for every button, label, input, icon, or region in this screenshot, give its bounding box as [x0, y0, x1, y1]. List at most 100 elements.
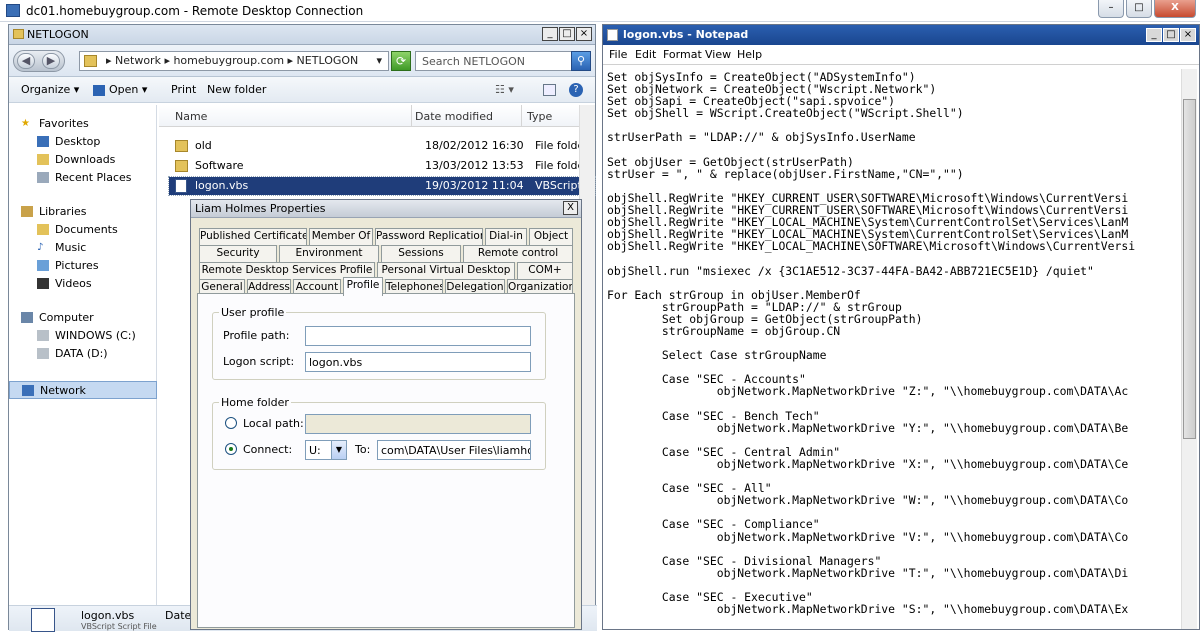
nav-videos[interactable]: Videos: [9, 275, 157, 293]
profile-path-input[interactable]: [305, 326, 531, 346]
nav-network[interactable]: Network: [9, 381, 157, 399]
tab-member-of[interactable]: Member Of: [309, 228, 373, 245]
nav-recent-places[interactable]: Recent Places: [9, 169, 157, 187]
dialog-title-bar: Liam Holmes Properties X: [191, 200, 581, 218]
nav-music[interactable]: ♪ Music: [9, 239, 157, 257]
downloads-icon: [37, 154, 49, 165]
drive-icon: [37, 348, 49, 359]
column-date-modified[interactable]: Date modified: [415, 110, 493, 123]
view-options-icon[interactable]: ☷ ▾: [495, 83, 514, 96]
search-icon[interactable]: ⚲: [571, 51, 591, 71]
tab-row-3: Remote Desktop Services Profile Personal…: [191, 262, 583, 279]
breadcrumb[interactable]: ▸ Network ▸ homebuygroup.com ▸ NETLOGON …: [79, 51, 389, 71]
user-profile-label: User profile: [219, 306, 287, 319]
desktop-icon: [37, 136, 49, 147]
menu-help[interactable]: Help: [737, 48, 762, 61]
tab-personal-virtual-desktop[interactable]: Personal Virtual Desktop: [377, 262, 515, 279]
rdc-close-button[interactable]: X: [1154, 0, 1196, 18]
notepad-text-area[interactable]: Set objSysInfo = CreateObject("ADSystemI…: [607, 71, 1179, 629]
notepad-scrollbar[interactable]: [1181, 69, 1197, 629]
connect-label: Connect:: [243, 443, 293, 456]
nav-downloads[interactable]: Downloads: [9, 151, 157, 169]
file-row[interactable]: Software 13/03/2012 13:53 File folder: [169, 157, 595, 175]
notepad-menu-bar: File Edit Format View Help: [603, 45, 1199, 65]
open-button[interactable]: Open ▾: [109, 83, 147, 96]
rdc-restore-button[interactable]: □: [1126, 0, 1152, 18]
vbscript-file-icon: [31, 608, 55, 632]
explorer-minimize-button[interactable]: _: [542, 27, 558, 41]
network-folder-icon: [84, 55, 97, 67]
navigation-pane: ★ Favorites Desktop Downloads Recent Plac…: [9, 105, 157, 631]
tab-dial-in[interactable]: Dial-in: [485, 228, 527, 245]
notepad-minimize-button[interactable]: _: [1146, 28, 1162, 42]
notepad-window: logon.vbs - Notepad _ □ × File Edit Form…: [602, 24, 1200, 630]
notepad-title: logon.vbs - Notepad: [623, 28, 749, 41]
rdc-minimize-button[interactable]: –: [1098, 0, 1124, 18]
folder-icon: [13, 29, 24, 39]
local-path-radio[interactable]: [225, 417, 237, 429]
menu-edit[interactable]: Edit: [635, 48, 656, 61]
computer-icon: [21, 312, 33, 323]
explorer-title: NETLOGON: [27, 28, 89, 41]
new-folder-button[interactable]: New folder: [207, 83, 266, 96]
forward-button[interactable]: ▶: [42, 53, 60, 69]
nav-data-drive[interactable]: DATA (D:): [9, 345, 157, 363]
chevron-down-icon[interactable]: ▾: [376, 54, 382, 67]
vbscript-file-icon: [175, 179, 187, 193]
menu-format[interactable]: Format: [663, 48, 702, 61]
tab-environment[interactable]: Environment: [279, 245, 379, 262]
videos-icon: [37, 278, 49, 289]
home-folder-path-input[interactable]: com\DATA\User Files\liamholmes: [377, 440, 531, 460]
nav-favorites[interactable]: ★ Favorites: [9, 115, 157, 133]
logon-script-input[interactable]: logon.vbs: [305, 352, 531, 372]
explorer-maximize-button[interactable]: □: [559, 27, 575, 41]
dialog-close-button[interactable]: X: [563, 201, 578, 215]
scrollbar-thumb[interactable]: [1183, 99, 1196, 439]
notepad-maximize-button[interactable]: □: [1163, 28, 1179, 42]
folder-icon: [175, 140, 188, 152]
back-button[interactable]: ◀: [17, 53, 35, 69]
search-input[interactable]: Search NETLOGON ⚲: [415, 51, 591, 71]
tab-profile[interactable]: Profile: [343, 277, 383, 296]
tab-object[interactable]: Object: [529, 228, 573, 245]
rdc-title-bar: dc01.homebuygroup.com - Remote Desktop C…: [0, 0, 1200, 22]
menu-view[interactable]: View: [705, 48, 731, 61]
explorer-close-button[interactable]: ×: [576, 27, 592, 41]
help-icon[interactable]: ?: [569, 83, 583, 97]
folder-icon: [175, 160, 188, 172]
address-bar-area: ◀ ▶ ▸ Network ▸ homebuygroup.com ▸ NETLO…: [9, 45, 595, 77]
menu-file[interactable]: File: [609, 48, 627, 61]
dialog-title: Liam Holmes Properties: [195, 202, 326, 215]
local-path-input[interactable]: [305, 414, 531, 434]
to-label: To:: [355, 443, 371, 456]
column-type[interactable]: Type: [527, 110, 552, 123]
file-row[interactable]: old 18/02/2012 16:30 File folder: [169, 137, 595, 155]
logon-script-label: Logon script:: [223, 355, 295, 368]
details-name: logon.vbs: [81, 609, 135, 622]
profile-tab-panel: User profile Profile path: Logon script:…: [197, 293, 575, 628]
print-button[interactable]: Print: [171, 83, 196, 96]
notepad-close-button[interactable]: ×: [1180, 28, 1196, 42]
nav-documents[interactable]: Documents: [9, 221, 157, 239]
nav-windows-drive[interactable]: WINDOWS (C:): [9, 327, 157, 345]
tab-security[interactable]: Security: [199, 245, 277, 262]
pictures-icon: [37, 260, 49, 271]
nav-computer[interactable]: Computer: [9, 309, 157, 327]
tab-published-certificates[interactable]: Published Certificates: [199, 228, 307, 245]
refresh-button[interactable]: ⟳: [391, 51, 411, 71]
notepad-title-bar: logon.vbs - Notepad _ □ ×: [603, 25, 1199, 45]
chevron-down-icon[interactable]: ▼: [331, 441, 346, 459]
drive-letter-select[interactable]: U: ▼: [305, 440, 347, 460]
organize-button[interactable]: Organize ▾: [21, 83, 79, 96]
nav-pictures[interactable]: Pictures: [9, 257, 157, 275]
nav-libraries[interactable]: Libraries: [9, 203, 157, 221]
file-row-selected[interactable]: logon.vbs 19/03/2012 11:04 VBScript Scri…: [168, 176, 596, 196]
tab-remote-control[interactable]: Remote control: [463, 245, 573, 262]
column-name[interactable]: Name: [175, 110, 207, 123]
tab-com-plus[interactable]: COM+: [517, 262, 573, 279]
connect-radio[interactable]: [225, 443, 237, 455]
preview-pane-icon[interactable]: [543, 84, 556, 96]
nav-desktop[interactable]: Desktop: [9, 133, 157, 151]
tab-password-replication[interactable]: Password Replication: [375, 228, 483, 245]
tab-sessions[interactable]: Sessions: [381, 245, 461, 262]
